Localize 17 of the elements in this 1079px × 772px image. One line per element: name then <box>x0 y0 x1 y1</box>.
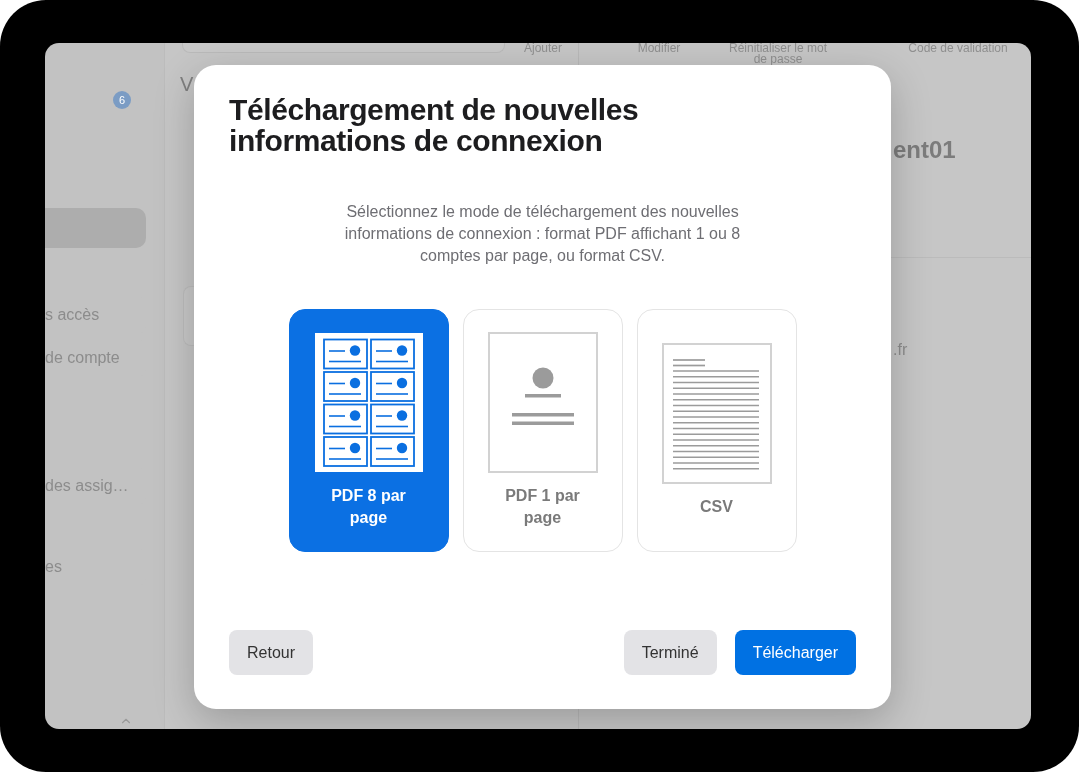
format-option[interactable]: PDF 1 par page <box>462 309 623 552</box>
list-card <box>183 286 194 346</box>
count-badge: 6 <box>113 91 131 109</box>
secondary-button[interactable]: Terminé <box>623 630 717 675</box>
detail-name: ent01 <box>893 136 956 164</box>
secondary-button[interactable]: Retour <box>229 630 314 675</box>
list-heading: V <box>180 72 194 97</box>
format-option[interactable]: PDF 8 par page <box>288 309 449 552</box>
single-card-page-icon <box>487 332 598 473</box>
text-lines-page-icon <box>661 343 772 484</box>
primary-button[interactable]: Télécharger <box>734 630 856 675</box>
format-option[interactable]: CSV <box>636 309 797 552</box>
sidebar-item[interactable] <box>45 208 146 248</box>
card-grid-page-icon <box>313 332 424 473</box>
dialog-description: Sélectionnez le mode de téléchargement des nouvelles informations de connexion : format PDF affichant 1 ou 8 comptes par page, ou format CSV. <box>343 202 742 266</box>
dialog-title: Téléchargement de nouvelles informations de connexion <box>229 94 640 156</box>
search-field[interactable] <box>182 43 505 53</box>
